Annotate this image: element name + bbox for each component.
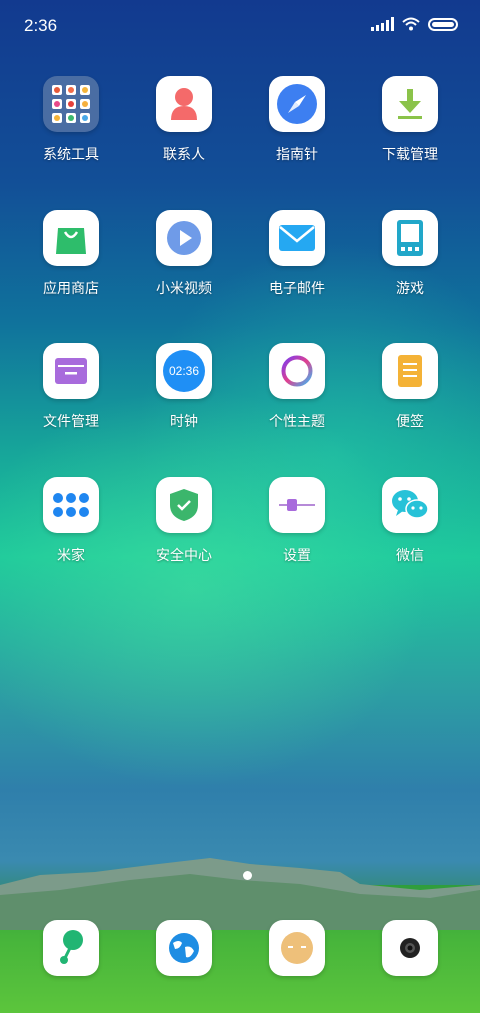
app-download-manager[interactable]: 下载管理 bbox=[355, 76, 465, 164]
download-icon bbox=[382, 76, 438, 132]
file-manager-icon bbox=[43, 343, 99, 399]
app-contacts[interactable]: 联系人 bbox=[129, 76, 239, 164]
app-settings[interactable]: 设置 bbox=[242, 477, 352, 565]
app-system-tools[interactable]: 系统工具 bbox=[16, 76, 126, 164]
dock-messaging[interactable] bbox=[269, 920, 325, 976]
app-label: 设置 bbox=[283, 548, 311, 564]
themes-ring-icon bbox=[269, 343, 325, 399]
page-indicator-dot bbox=[243, 871, 252, 880]
app-label: 便签 bbox=[396, 414, 424, 430]
game-console-icon bbox=[382, 210, 438, 266]
notes-icon bbox=[382, 343, 438, 399]
shield-check-icon bbox=[156, 477, 212, 533]
app-label: 微信 bbox=[396, 548, 424, 564]
dock-maps[interactable] bbox=[43, 920, 99, 976]
signal-icon bbox=[371, 17, 394, 31]
app-clock[interactable]: 02:36 时钟 bbox=[129, 343, 239, 431]
compass-icon bbox=[269, 76, 325, 132]
app-security-center[interactable]: 安全中心 bbox=[129, 477, 239, 565]
app-games[interactable]: 游戏 bbox=[355, 210, 465, 298]
app-label: 下载管理 bbox=[382, 147, 438, 163]
maps-pin-icon bbox=[43, 920, 99, 976]
app-label: 应用商店 bbox=[43, 281, 99, 297]
status-time: 2:36 bbox=[24, 16, 58, 35]
camera-icon bbox=[382, 920, 438, 976]
app-label: 文件管理 bbox=[43, 414, 99, 430]
app-label: 个性主题 bbox=[269, 414, 325, 430]
app-mi-home[interactable]: 米家 bbox=[16, 477, 126, 565]
mi-home-icon bbox=[43, 477, 99, 533]
clock-icon-time: 02:36 bbox=[168, 364, 200, 378]
wechat-icon bbox=[382, 477, 438, 533]
app-label: 时钟 bbox=[170, 414, 198, 430]
settings-slider-icon bbox=[269, 477, 325, 533]
folder-icon bbox=[43, 76, 99, 132]
app-label: 联系人 bbox=[163, 147, 205, 163]
app-label: 系统工具 bbox=[43, 147, 99, 163]
messaging-face-icon bbox=[269, 920, 325, 976]
video-play-icon bbox=[156, 210, 212, 266]
app-label: 小米视频 bbox=[156, 281, 212, 297]
clock-icon: 02:36 bbox=[156, 343, 212, 399]
app-themes[interactable]: 个性主题 bbox=[242, 343, 352, 431]
app-store-icon bbox=[43, 210, 99, 266]
wallpaper-mountains bbox=[0, 858, 480, 930]
status-icons bbox=[371, 17, 458, 31]
app-label: 电子邮件 bbox=[269, 281, 325, 297]
app-mi-video[interactable]: 小米视频 bbox=[129, 210, 239, 298]
app-email[interactable]: 电子邮件 bbox=[242, 210, 352, 298]
app-compass[interactable]: 指南针 bbox=[242, 76, 352, 164]
browser-globe-icon bbox=[156, 920, 212, 976]
app-label: 指南针 bbox=[276, 147, 318, 163]
app-label: 游戏 bbox=[396, 281, 424, 297]
battery-icon bbox=[428, 17, 458, 31]
status-bar: 2:36 bbox=[0, 0, 480, 52]
contacts-icon bbox=[156, 76, 212, 132]
dock-camera[interactable] bbox=[382, 920, 438, 976]
mail-icon bbox=[269, 210, 325, 266]
app-label: 米家 bbox=[57, 548, 85, 564]
app-label: 安全中心 bbox=[156, 548, 212, 564]
app-app-store[interactable]: 应用商店 bbox=[16, 210, 126, 298]
dock-browser[interactable] bbox=[156, 920, 212, 976]
app-wechat[interactable]: 微信 bbox=[355, 477, 465, 565]
app-notes[interactable]: 便签 bbox=[355, 343, 465, 431]
wifi-icon bbox=[402, 17, 420, 31]
app-file-manager[interactable]: 文件管理 bbox=[16, 343, 126, 431]
